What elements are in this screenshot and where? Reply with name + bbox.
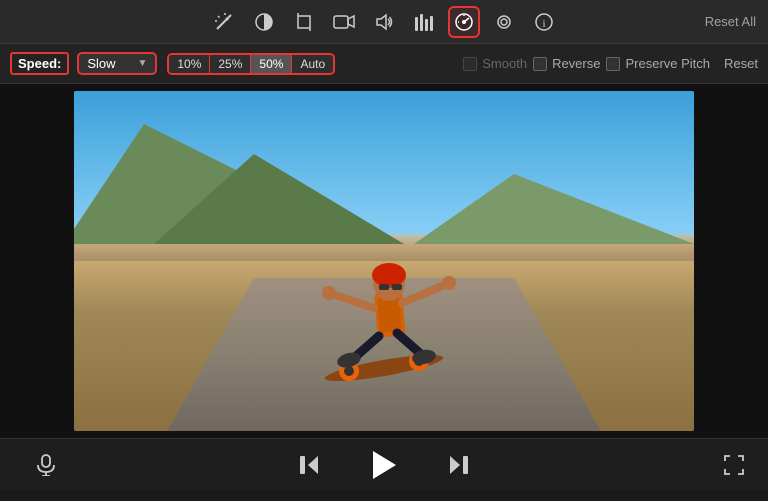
speed-reset-button[interactable]: Reset <box>724 56 758 71</box>
speed-label: Speed: <box>10 52 69 75</box>
video-scene <box>74 91 694 431</box>
preserve-pitch-toggle[interactable]: Preserve Pitch <box>606 56 710 71</box>
video-frame <box>74 91 694 431</box>
preserve-pitch-label: Preserve Pitch <box>625 56 710 71</box>
reset-all-button[interactable]: Reset All <box>705 14 756 29</box>
play-button[interactable] <box>366 447 402 483</box>
top-toolbar: i Reset All <box>0 0 768 44</box>
preset-10-button[interactable]: 10% <box>169 55 210 73</box>
camera-icon[interactable] <box>328 6 360 38</box>
equalizer-icon[interactable] <box>408 6 440 38</box>
reverse-label: Reverse <box>552 56 600 71</box>
color-balance-icon[interactable] <box>248 6 280 38</box>
skateboarder-figure <box>274 193 494 393</box>
audio-icon[interactable] <box>368 6 400 38</box>
smooth-label: Smooth <box>482 56 527 71</box>
preserve-pitch-checkbox <box>606 57 620 71</box>
video-area <box>0 84 768 438</box>
skip-back-button[interactable] <box>294 449 326 481</box>
effects-icon[interactable] <box>488 6 520 38</box>
magic-wand-icon[interactable] <box>208 6 240 38</box>
speed-bar: Speed: Slow ▼ 10% 25% 50% Auto Smooth Re… <box>0 44 768 84</box>
svg-text:i: i <box>542 18 545 30</box>
info-icon[interactable]: i <box>528 6 560 38</box>
skip-forward-button[interactable] <box>442 449 474 481</box>
chevron-down-icon: ▼ <box>137 58 147 69</box>
speed-dropdown[interactable]: Slow ▼ <box>77 52 157 75</box>
crop-icon[interactable] <box>288 6 320 38</box>
fullscreen-button[interactable] <box>718 449 750 481</box>
microphone-button[interactable] <box>30 449 62 481</box>
speed-icon[interactable] <box>448 6 480 38</box>
speed-dropdown-value: Slow <box>87 56 115 71</box>
preset-50-button[interactable]: 50% <box>251 55 292 73</box>
smooth-checkbox <box>463 57 477 71</box>
preset-25-button[interactable]: 25% <box>210 55 251 73</box>
reverse-checkbox <box>533 57 547 71</box>
speed-presets: 10% 25% 50% Auto <box>167 53 335 75</box>
preset-auto-button[interactable]: Auto <box>292 55 333 73</box>
bottom-controls <box>0 438 768 490</box>
reverse-toggle[interactable]: Reverse <box>533 56 600 71</box>
smooth-toggle[interactable]: Smooth <box>463 56 527 71</box>
